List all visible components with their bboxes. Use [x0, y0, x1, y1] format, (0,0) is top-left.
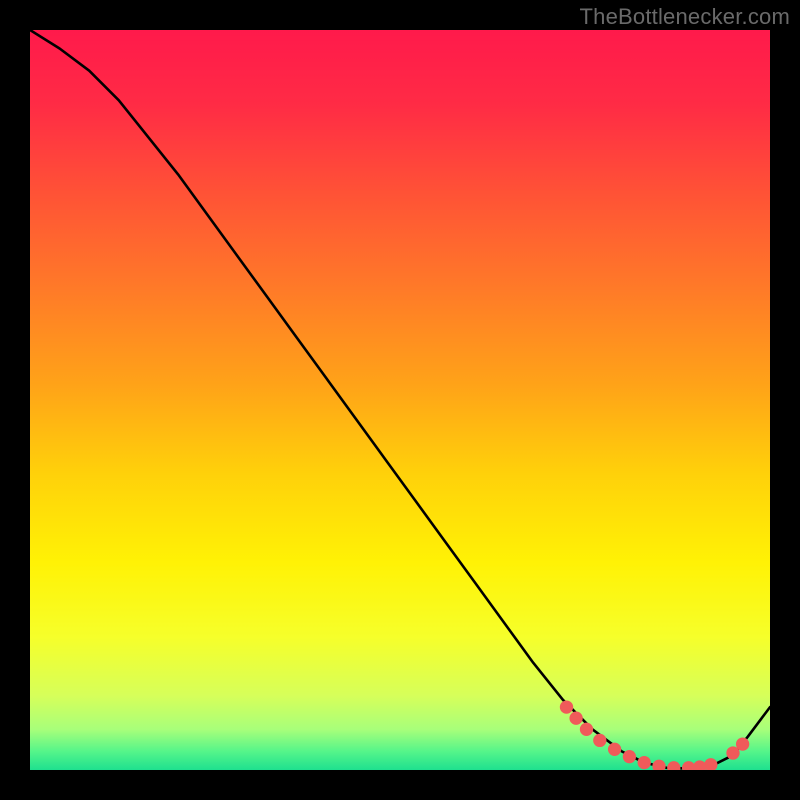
marker-dot	[593, 734, 606, 747]
attribution-label: TheBottlenecker.com	[580, 4, 790, 30]
marker-dot	[652, 760, 665, 770]
main-curve	[30, 30, 770, 769]
marker-dot	[667, 761, 680, 770]
highlight-markers	[560, 700, 749, 770]
plot-area	[30, 30, 770, 770]
marker-dot	[608, 743, 621, 756]
marker-dot	[736, 737, 749, 750]
curve-layer	[30, 30, 770, 770]
marker-dot	[580, 723, 593, 736]
chart-frame: TheBottlenecker.com	[0, 0, 800, 800]
marker-dot	[560, 700, 573, 713]
marker-dot	[638, 756, 651, 769]
marker-dot	[569, 712, 582, 725]
marker-dot	[623, 750, 636, 763]
marker-dot	[704, 758, 717, 770]
